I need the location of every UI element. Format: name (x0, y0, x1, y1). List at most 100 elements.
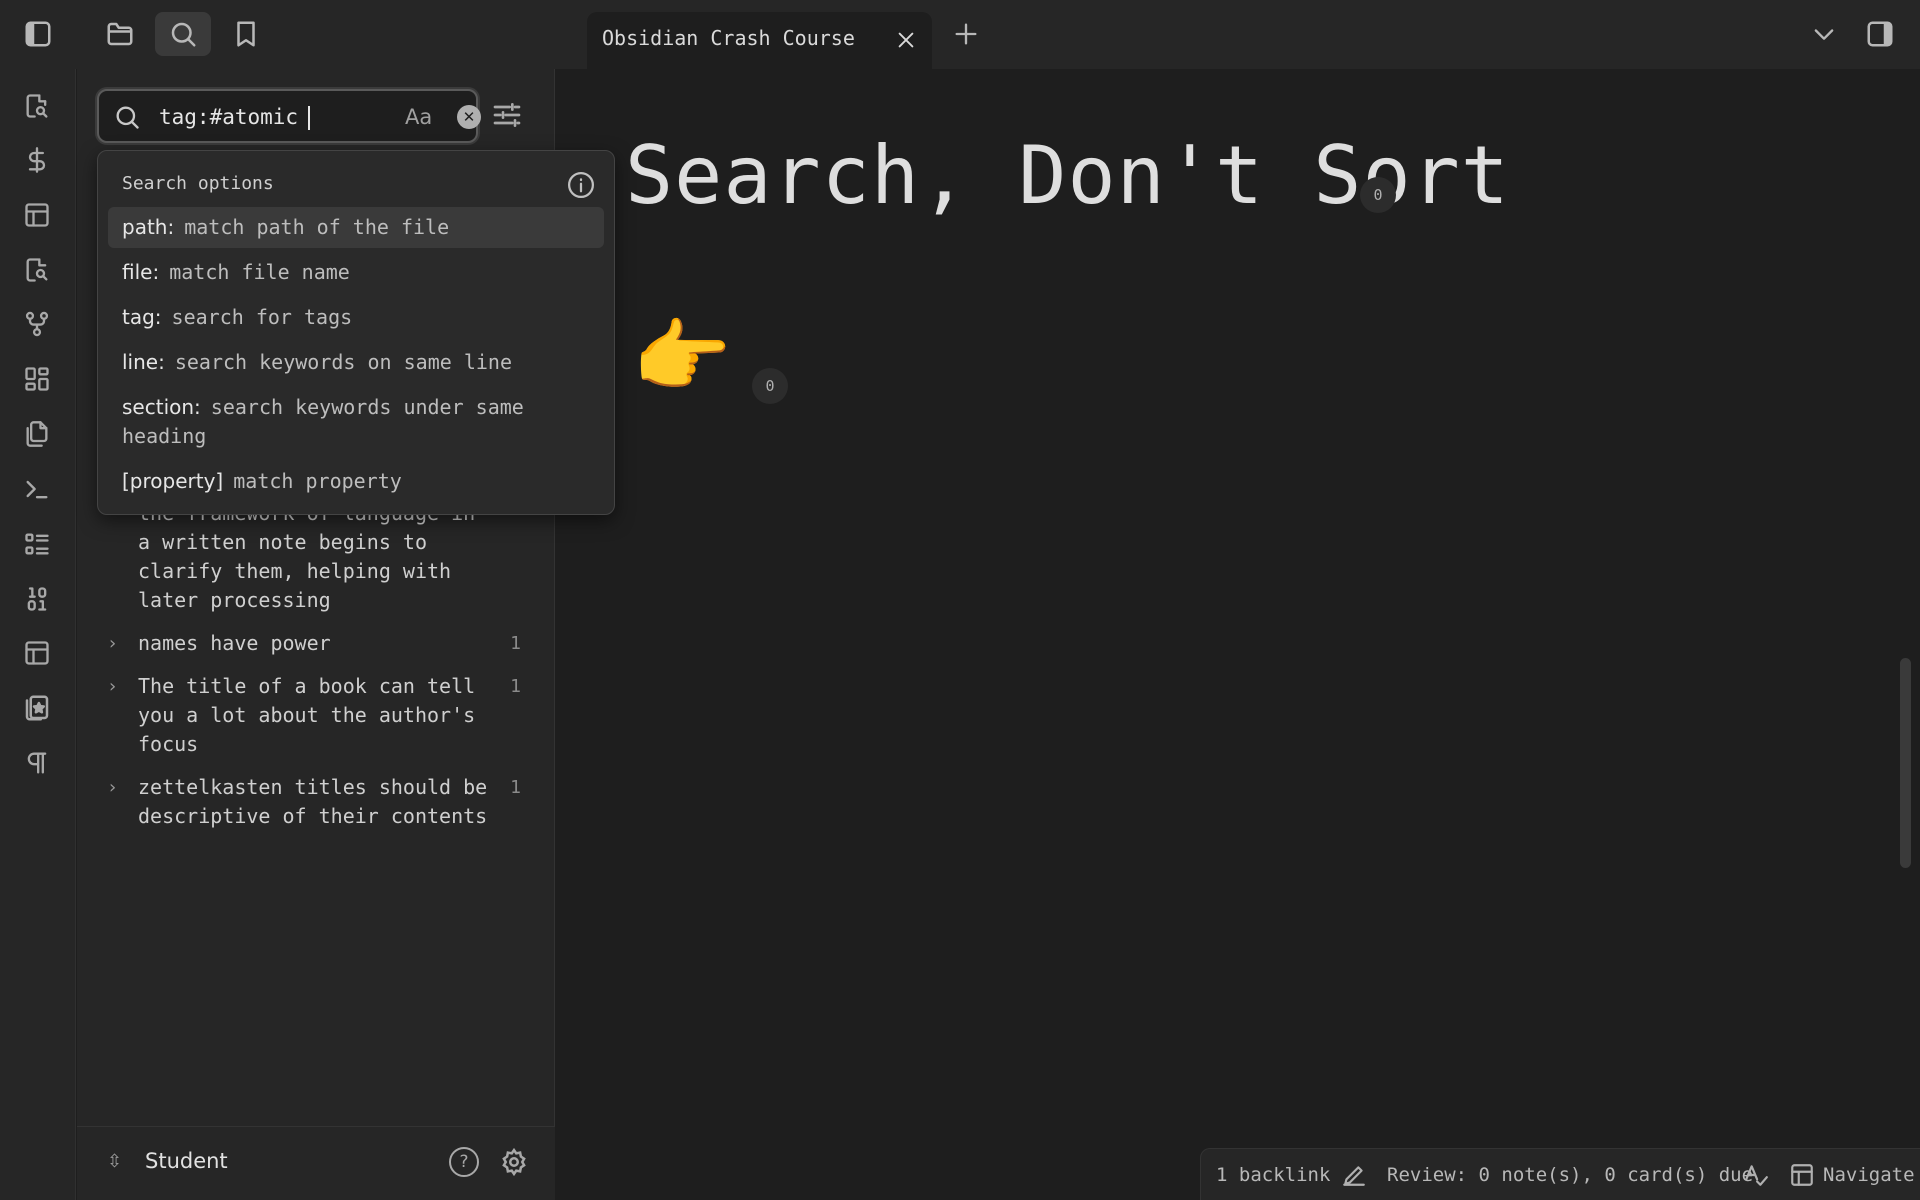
bookmarks-tab-button[interactable] (218, 12, 274, 56)
terminal-icon (26, 480, 48, 499)
layout-icon (1791, 1164, 1813, 1186)
search-settings-button[interactable] (491, 99, 525, 133)
spellcheck-icon (1745, 1165, 1768, 1186)
result-item[interactable]: › names have power 1 (77, 629, 555, 658)
chevron-right-icon[interactable]: › (109, 773, 116, 802)
close-icon (898, 32, 914, 48)
navigate-button[interactable] (1789, 1162, 1815, 1193)
emoji-count-badge: 0 (752, 368, 788, 404)
editor-pane[interactable]: Search, Don't Sort 0 👉 0 (555, 69, 1920, 1200)
option-property[interactable]: [property] match property (108, 461, 604, 502)
list-icon (25, 533, 49, 555)
right-sidebar-icon (1867, 21, 1893, 47)
result-item[interactable]: › The title of a book can tell you a lot… (77, 672, 555, 759)
edit-mode-button[interactable] (1341, 1162, 1367, 1193)
option-keyword: tag: (122, 305, 162, 329)
chevron-up-down-icon[interactable]: ⇳ (107, 1151, 122, 1172)
review-status[interactable]: Review: 0 note(s), 0 card(s) due (1387, 1164, 1753, 1186)
ribbon-open-quick-switcher[interactable] (20, 89, 54, 123)
option-path[interactable]: path: match path of the file (108, 207, 604, 248)
vault-switcher: ⇳ Student ? (77, 1126, 555, 1200)
help-icon[interactable]: ? (449, 1147, 479, 1177)
option-desc: search keywords on same line (174, 350, 512, 374)
pencil-icon (1343, 1166, 1365, 1186)
option-keyword: file: (122, 260, 160, 284)
option-file[interactable]: file: match file name (108, 252, 604, 293)
text-caret (308, 106, 311, 130)
tab-obsidian-crash-course[interactable]: Obsidian Crash Course (587, 12, 932, 69)
sidebar-toggle-icon (25, 21, 51, 47)
status-bar: 1 backlink Review: 0 note(s), 0 card(s) … (1200, 1148, 1920, 1200)
result-count: 1 (510, 633, 521, 654)
result-count: 1 (510, 676, 521, 697)
option-keyword: [property] (122, 469, 224, 493)
navigate-label[interactable]: Navigate (1823, 1164, 1915, 1186)
match-case-toggle[interactable]: Aa (405, 105, 432, 129)
pilcrow-icon (27, 752, 47, 774)
dollar-icon (28, 147, 46, 173)
tab-close-button[interactable] (894, 28, 918, 52)
binary-icon (27, 587, 47, 611)
layout-icon (25, 203, 49, 227)
search-tab-button[interactable] (155, 12, 211, 56)
ribbon-flashcards[interactable] (20, 691, 54, 725)
chevron-down-icon (1814, 29, 1834, 40)
ribbon-binary[interactable] (20, 582, 54, 616)
layout-icon (25, 641, 49, 665)
search-options-dropdown: Search options path: match path of the fi… (97, 150, 615, 515)
chevron-right-icon[interactable]: › (109, 672, 116, 701)
option-section[interactable]: section: search keywords under same headi… (108, 387, 604, 457)
ribbon-template[interactable] (20, 636, 54, 670)
backlinks-status[interactable]: 1 backlink (1216, 1164, 1330, 1186)
search-input-container[interactable]: tag:#atomic Aa ✕ (97, 89, 481, 143)
option-desc: match property (233, 469, 402, 493)
info-circle-icon (568, 172, 594, 198)
spellcheck-button[interactable] (1743, 1162, 1769, 1193)
left-ribbon (0, 69, 76, 1200)
clear-search-icon[interactable]: ✕ (457, 105, 481, 129)
heading-count-badge: 0 (1360, 177, 1396, 213)
toggle-sidebar-button[interactable] (10, 12, 66, 56)
result-title: The title of a book can tell you a lot a… (138, 674, 476, 756)
pointing-hand-emoji: 👉 (632, 310, 732, 403)
option-tag[interactable]: tag: search for tags (108, 297, 604, 338)
git-fork-icon (25, 311, 49, 337)
ribbon-list[interactable] (20, 527, 54, 561)
ribbon-command-palette[interactable] (20, 472, 54, 506)
ribbon-dashboard[interactable] (20, 362, 54, 396)
gear-icon (502, 1147, 526, 1177)
flashcards-icon (25, 695, 49, 721)
settings-button[interactable] (499, 1147, 529, 1177)
search-icon (116, 106, 139, 129)
toggle-right-sidebar-button[interactable] (1852, 12, 1908, 56)
result-title: zettelkasten titles should be descriptiv… (138, 775, 488, 828)
file-search-icon (26, 94, 48, 118)
plus-icon (955, 23, 977, 45)
editor-scrollbar[interactable] (1900, 658, 1911, 868)
tab-title: Obsidian Crash Course (602, 26, 855, 50)
info-icon[interactable] (566, 170, 596, 200)
option-keyword: section: (122, 395, 201, 419)
result-title: names have power (138, 631, 331, 655)
ribbon-pilcrow[interactable] (20, 746, 54, 780)
file-search-icon (26, 258, 48, 282)
chevron-right-icon[interactable]: › (109, 629, 116, 658)
option-line[interactable]: line: search keywords on same line (108, 342, 604, 383)
tab-list-button[interactable] (1796, 12, 1852, 56)
option-desc: match file name (169, 260, 350, 284)
result-item[interactable]: › zettelkasten titles should be descript… (77, 773, 555, 831)
ribbon-file-search[interactable] (20, 253, 54, 287)
bookmark-icon (237, 21, 255, 47)
folder-icon (107, 22, 133, 46)
search-query-text: tag:#atomic (159, 105, 299, 129)
ribbon-graph-view[interactable] (20, 307, 54, 341)
new-tab-button[interactable] (938, 12, 994, 56)
ribbon-layout[interactable] (20, 198, 54, 232)
option-desc: search for tags (171, 305, 353, 329)
vault-name[interactable]: Student (145, 1149, 228, 1173)
search-input[interactable]: tag:#atomic (159, 105, 311, 130)
files-tab-button[interactable] (92, 12, 148, 56)
search-options-heading: Search options (122, 173, 274, 194)
ribbon-dollar[interactable] (20, 143, 54, 177)
ribbon-copy-files[interactable] (20, 417, 54, 451)
